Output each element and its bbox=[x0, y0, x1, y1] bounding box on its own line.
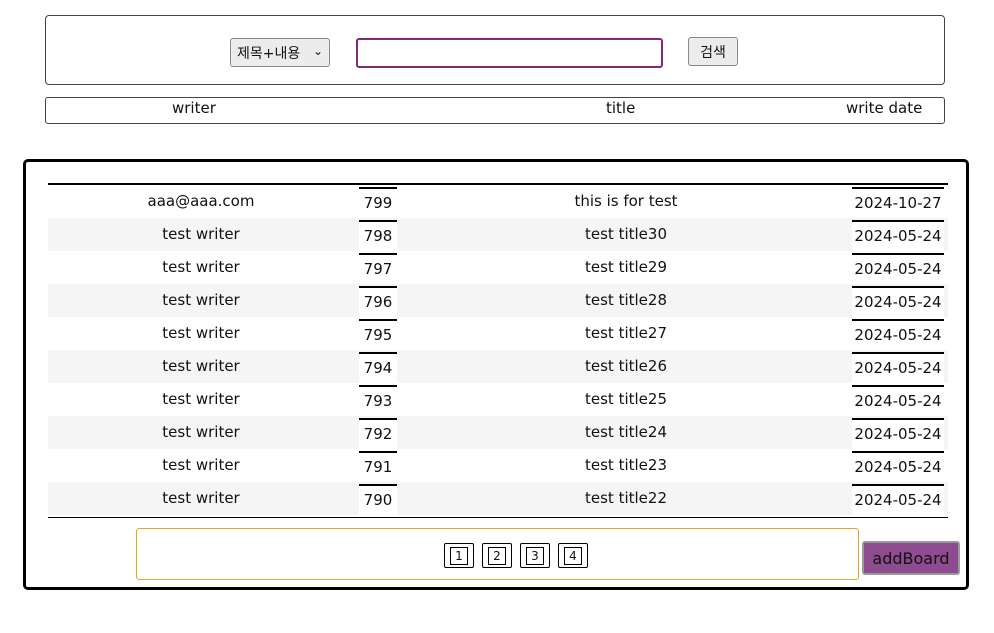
row-writer: test writer bbox=[162, 357, 240, 375]
row-writer: test writer bbox=[162, 423, 240, 441]
row-number: 797 bbox=[359, 253, 397, 284]
page-button-4[interactable]: 4 bbox=[558, 543, 588, 568]
row-number: 798 bbox=[359, 220, 397, 251]
row-writer: aaa@aaa.com bbox=[147, 192, 255, 210]
row-date: 2024-05-24 bbox=[852, 319, 944, 350]
row-writer: test writer bbox=[162, 324, 240, 342]
row-writer: test writer bbox=[162, 291, 240, 309]
row-number: 792 bbox=[359, 418, 397, 449]
row-date: 2024-05-24 bbox=[852, 253, 944, 284]
row-title[interactable]: test title23 bbox=[401, 456, 851, 474]
table-row[interactable]: test writer 794 test title26 2024-05-24 bbox=[48, 350, 948, 383]
row-title[interactable]: test title24 bbox=[401, 423, 851, 441]
search-type-select-value: 제목+내용 bbox=[237, 45, 301, 62]
row-date: 2024-05-24 bbox=[852, 451, 944, 482]
row-title[interactable]: this is for test bbox=[401, 192, 851, 210]
board-panel: aaa@aaa.com 799 this is for test 2024-10… bbox=[23, 159, 969, 590]
row-number: 793 bbox=[359, 385, 397, 416]
page-button-2[interactable]: 2 bbox=[482, 543, 512, 568]
page-label: 1 bbox=[450, 546, 468, 565]
search-button[interactable]: 검색 bbox=[688, 37, 738, 66]
page-button-1[interactable]: 1 bbox=[444, 543, 474, 568]
row-number: 791 bbox=[359, 451, 397, 482]
row-title[interactable]: test title29 bbox=[401, 258, 851, 276]
table-row[interactable]: test writer 793 test title25 2024-05-24 bbox=[48, 383, 948, 416]
header-title: title bbox=[606, 99, 636, 117]
row-date: 2024-05-24 bbox=[852, 418, 944, 449]
row-number: 796 bbox=[359, 286, 397, 317]
row-writer: test writer bbox=[162, 390, 240, 408]
search-box: 제목+내용 ⌄ 검색 bbox=[45, 15, 945, 85]
row-writer: test writer bbox=[162, 225, 240, 243]
header-writer: writer bbox=[172, 99, 216, 117]
table-row[interactable]: test writer 797 test title29 2024-05-24 bbox=[48, 251, 948, 284]
search-type-select[interactable]: 제목+내용 ⌄ bbox=[230, 38, 330, 67]
row-title[interactable]: test title26 bbox=[401, 357, 851, 375]
header-write-date: write date bbox=[846, 99, 923, 117]
row-writer: test writer bbox=[162, 258, 240, 276]
table-row[interactable]: test writer 796 test title28 2024-05-24 bbox=[48, 284, 948, 317]
row-date: 2024-05-24 bbox=[852, 286, 944, 317]
table-row[interactable]: aaa@aaa.com 799 this is for test 2024-10… bbox=[48, 185, 948, 218]
page-label: 3 bbox=[526, 546, 544, 565]
pagination: 1 2 3 4 bbox=[136, 528, 859, 580]
chevron-down-icon: ⌄ bbox=[312, 44, 323, 58]
table-row[interactable]: test writer 791 test title23 2024-05-24 bbox=[48, 449, 948, 482]
row-date: 2024-05-24 bbox=[852, 484, 944, 515]
row-writer: test writer bbox=[162, 489, 240, 507]
table-row[interactable]: test writer 795 test title27 2024-05-24 bbox=[48, 317, 948, 350]
table-bottom-border bbox=[48, 517, 948, 518]
row-number: 799 bbox=[359, 187, 397, 218]
row-date: 2024-05-24 bbox=[852, 352, 944, 383]
search-input[interactable] bbox=[356, 38, 663, 68]
row-number: 794 bbox=[359, 352, 397, 383]
table-row[interactable]: test writer 798 test title30 2024-05-24 bbox=[48, 218, 948, 251]
table-header-bar: writer title write date bbox=[45, 97, 945, 124]
row-date: 2024-05-24 bbox=[852, 385, 944, 416]
table-row[interactable]: test writer 790 test title22 2024-05-24 bbox=[48, 482, 948, 515]
row-number: 795 bbox=[359, 319, 397, 350]
row-date: 2024-05-24 bbox=[852, 220, 944, 251]
add-board-button[interactable]: addBoard bbox=[862, 541, 960, 575]
row-title[interactable]: test title25 bbox=[401, 390, 851, 408]
page-button-3[interactable]: 3 bbox=[520, 543, 550, 568]
row-title[interactable]: test title28 bbox=[401, 291, 851, 309]
table-row[interactable]: test writer 792 test title24 2024-05-24 bbox=[48, 416, 948, 449]
row-title[interactable]: test title22 bbox=[401, 489, 851, 507]
page-label: 2 bbox=[488, 546, 506, 565]
row-title[interactable]: test title27 bbox=[401, 324, 851, 342]
row-date: 2024-10-27 bbox=[852, 187, 944, 218]
row-title[interactable]: test title30 bbox=[401, 225, 851, 243]
row-number: 790 bbox=[359, 484, 397, 515]
row-writer: test writer bbox=[162, 456, 240, 474]
page-label: 4 bbox=[564, 546, 582, 565]
